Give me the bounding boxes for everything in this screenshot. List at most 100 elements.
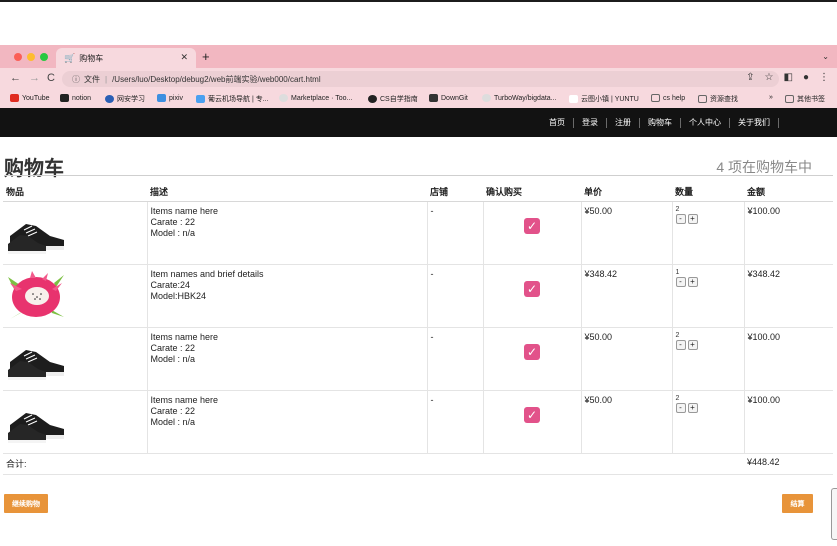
bookmark-item[interactable]: 资源查找 xyxy=(698,94,738,104)
share-icon[interactable]: ⇪ xyxy=(746,72,754,83)
description-cell: Item names and brief details Carate:24 M… xyxy=(146,264,427,328)
quantity-stepper: - + xyxy=(675,277,698,287)
folder-icon xyxy=(698,95,707,103)
product-image-cell xyxy=(3,327,147,391)
table-row: Items name here Carate : 22 Model : n/a … xyxy=(3,390,833,454)
sneaker-icon[interactable] xyxy=(6,206,66,256)
nav-register[interactable]: 注册 xyxy=(607,118,640,128)
folder-icon xyxy=(651,94,660,102)
bookmark-favicon-icon xyxy=(10,94,19,102)
reload-icon[interactable]: C xyxy=(47,72,55,84)
checkout-button[interactable]: 结算 xyxy=(782,494,813,513)
bookmark-item[interactable]: TurboWay/bigdata... xyxy=(482,94,557,102)
decrement-button[interactable]: - xyxy=(675,214,686,224)
dragonfruit-icon[interactable] xyxy=(6,269,66,319)
quantity-cell: 2 - + xyxy=(671,327,744,391)
nav-about[interactable]: 关于我们 xyxy=(730,118,779,128)
quantity-cell: 2 - + xyxy=(671,390,744,454)
tab-cart[interactable]: 🛒 购物车 ✕ xyxy=(56,48,196,68)
tab-strip: 🛒 购物车 ✕ + ⌄ xyxy=(0,45,837,68)
quantity-cell: 1 - + xyxy=(671,264,744,328)
tab-title: 购物车 xyxy=(79,53,104,63)
quantity-value: 2 xyxy=(675,332,680,339)
nav-login[interactable]: 登录 xyxy=(574,118,607,128)
bookmark-item[interactable]: 云图小镇 | YUNTU xyxy=(569,94,639,104)
item-name: Items name here xyxy=(150,395,219,405)
bookmark-item[interactable]: notion xyxy=(60,94,91,102)
cart-count: 4 项在购物车中 xyxy=(716,159,812,175)
column-header: 单价 xyxy=(581,181,672,202)
amount-cell: ¥348.42 xyxy=(743,264,833,328)
bookmark-item[interactable]: YouTube xyxy=(10,94,50,102)
column-header: 描述 xyxy=(147,181,427,202)
top-rule xyxy=(0,0,837,2)
decrement-button[interactable]: - xyxy=(675,340,686,350)
bookmark-item[interactable]: CS自学指南 xyxy=(368,94,418,104)
shop-cell: - xyxy=(426,327,483,391)
sneaker-icon[interactable] xyxy=(6,332,66,382)
increment-button[interactable]: + xyxy=(687,277,698,287)
decrement-button[interactable]: - xyxy=(675,277,686,287)
tab-search-chevron-icon[interactable]: ⌄ xyxy=(822,52,829,61)
table-row: Item names and brief details Carate:24 M… xyxy=(3,264,833,328)
info-icon: ⓘ xyxy=(72,74,80,84)
bookmark-item[interactable]: Marketplace · Too... xyxy=(279,94,352,102)
table-row: Items name here Carate : 22 Model : n/a … xyxy=(3,327,833,391)
address-bar[interactable]: ⓘ 文件 | /Users/luo/Desktop/debug2/web前端实验… xyxy=(62,71,779,87)
profile-icon[interactable]: ● xyxy=(803,72,809,83)
bookmark-item[interactable]: 网安学习 xyxy=(105,94,145,104)
product-image-cell xyxy=(3,264,147,328)
confirm-checkbox[interactable]: ✓ xyxy=(524,281,540,297)
bookmark-favicon-icon xyxy=(279,94,288,102)
menu-icon[interactable]: ⋮ xyxy=(819,72,829,83)
bookmark-item[interactable]: cs help xyxy=(651,94,685,102)
bookmark-item[interactable]: pixiv xyxy=(157,94,183,102)
quantity-value: 2 xyxy=(675,395,680,402)
forward-icon[interactable]: → xyxy=(29,72,40,84)
continue-shopping-button[interactable]: 继续购物 xyxy=(4,494,48,513)
column-header: 数量 xyxy=(672,181,744,202)
confirm-checkbox[interactable]: ✓ xyxy=(524,344,540,360)
description-cell: Items name here Carate : 22 Model : n/a xyxy=(146,201,427,265)
close-window-button[interactable] xyxy=(14,53,22,61)
bookmark-favicon-icon xyxy=(429,94,438,102)
increment-button[interactable]: + xyxy=(687,214,698,224)
increment-button[interactable]: + xyxy=(687,340,698,350)
decrement-button[interactable]: - xyxy=(675,403,686,413)
amount-cell: ¥100.00 xyxy=(743,201,833,265)
bookmark-item[interactable]: 葡云机场导航 | 专... xyxy=(196,94,269,104)
star-icon[interactable]: ☆ xyxy=(765,72,774,83)
bookmark-favicon-icon xyxy=(157,94,166,102)
column-header: 店铺 xyxy=(427,181,483,202)
sidebar-icon[interactable]: ◧ xyxy=(784,72,793,83)
nav-profile[interactable]: 个人中心 xyxy=(681,118,730,128)
column-header: 确认购买 xyxy=(483,181,581,202)
total-value: ¥448.42 xyxy=(744,453,833,475)
cart-icon: 🛒 xyxy=(64,52,76,63)
bookmark-favicon-icon xyxy=(105,95,114,103)
close-tab-icon[interactable]: ✕ xyxy=(180,52,188,63)
nav-home[interactable]: 首页 xyxy=(541,118,574,128)
quantity-value: 1 xyxy=(675,269,680,276)
scrollbar[interactable] xyxy=(831,488,837,540)
new-tab-button[interactable]: + xyxy=(202,49,210,64)
confirm-checkbox[interactable]: ✓ xyxy=(524,218,540,234)
minimize-window-button[interactable] xyxy=(27,53,35,61)
page-title: 购物车 xyxy=(4,158,64,180)
price-cell: ¥50.00 xyxy=(580,201,672,265)
item-name: Items name here xyxy=(150,332,219,342)
confirm-checkbox[interactable]: ✓ xyxy=(524,407,540,423)
maximize-window-button[interactable] xyxy=(40,53,48,61)
item-model: Model : n/a xyxy=(150,228,196,238)
increment-button[interactable]: + xyxy=(687,403,698,413)
shop-cell: - xyxy=(426,264,483,328)
bookmarks-bar: YouTube notion 网安学习 pixiv 葡云机场导航 | 专... … xyxy=(0,90,837,108)
amount-cell: ¥100.00 xyxy=(743,327,833,391)
back-icon[interactable]: ← xyxy=(10,72,21,84)
nav-cart[interactable]: 购物车 xyxy=(640,118,681,128)
other-bookmarks[interactable]: 其他书签 xyxy=(785,94,825,104)
shop-cell: - xyxy=(426,201,483,265)
bookmark-item[interactable]: DownGit xyxy=(429,94,468,102)
bookmarks-overflow-button[interactable]: » xyxy=(769,94,773,101)
sneaker-icon[interactable] xyxy=(6,395,66,445)
